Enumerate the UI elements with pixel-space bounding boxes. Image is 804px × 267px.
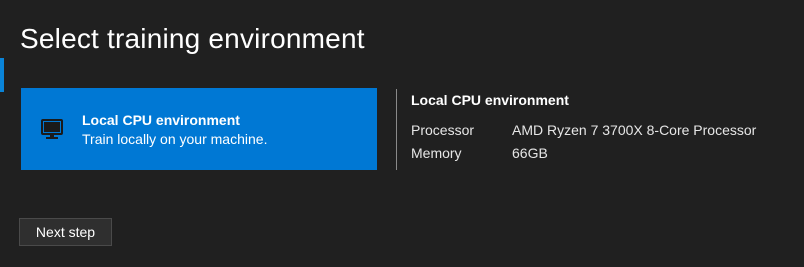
- details-title: Local CPU environment: [411, 92, 569, 108]
- environment-card-title: Local CPU environment: [82, 112, 240, 128]
- details-divider: [396, 89, 397, 170]
- memory-value: 66GB: [512, 145, 548, 161]
- processor-label: Processor: [411, 122, 475, 138]
- environment-card-description: Train locally on your machine.: [82, 131, 268, 147]
- environment-card-local-cpu[interactable]: Local CPU environment Train locally on y…: [21, 88, 377, 170]
- next-step-button[interactable]: Next step: [19, 218, 112, 246]
- page-title: Select training environment: [20, 23, 365, 54]
- monitor-icon: [40, 118, 64, 140]
- selection-accent-bar: [0, 58, 4, 92]
- processor-value: AMD Ryzen 7 3700X 8-Core Processor: [512, 122, 757, 138]
- memory-label: Memory: [411, 145, 462, 161]
